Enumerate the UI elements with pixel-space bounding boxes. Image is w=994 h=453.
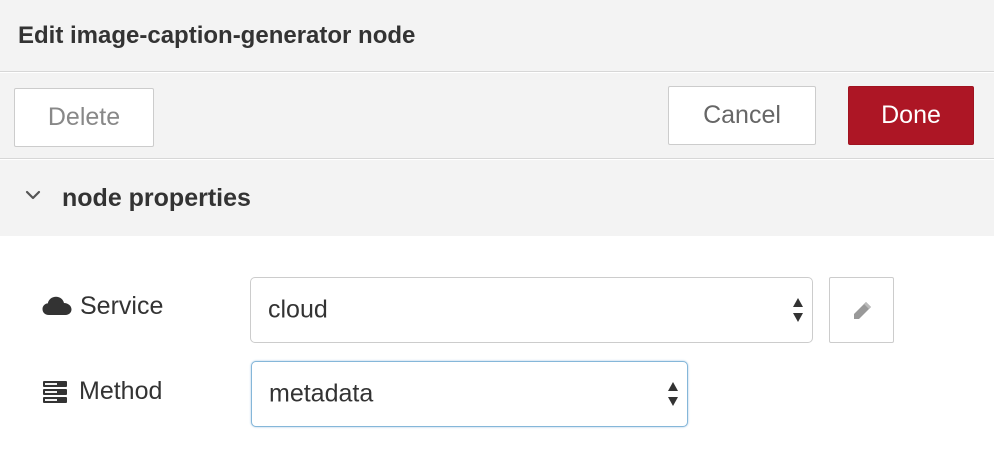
tray-header: Edit image-caption-generator node (0, 0, 994, 72)
select-arrows-icon (668, 382, 678, 406)
service-select-value: cloud (268, 295, 328, 324)
server-icon (43, 381, 67, 403)
pencil-icon (854, 302, 871, 319)
delete-button[interactable]: Delete (14, 88, 154, 147)
cancel-button[interactable]: Cancel (668, 86, 816, 145)
section-header-node-properties[interactable]: node properties (0, 160, 994, 236)
select-arrows-icon (793, 298, 803, 322)
section-title: node properties (62, 184, 251, 212)
method-select-value: metadata (269, 379, 374, 408)
edit-service-button[interactable] (829, 277, 894, 343)
method-label: Method (79, 377, 163, 405)
service-label: Service (80, 292, 164, 320)
chevron-down-icon (25, 190, 41, 200)
cloud-icon (42, 296, 72, 315)
edit-node-tray: Edit image-caption-generator node Delete… (0, 0, 994, 453)
tray-title: Edit image-caption-generator node (18, 22, 416, 49)
method-select[interactable]: metadata (251, 361, 688, 427)
done-button[interactable]: Done (848, 86, 974, 145)
tray-toolbar: Delete Cancel Done (0, 73, 994, 159)
service-select[interactable]: cloud (250, 277, 813, 343)
